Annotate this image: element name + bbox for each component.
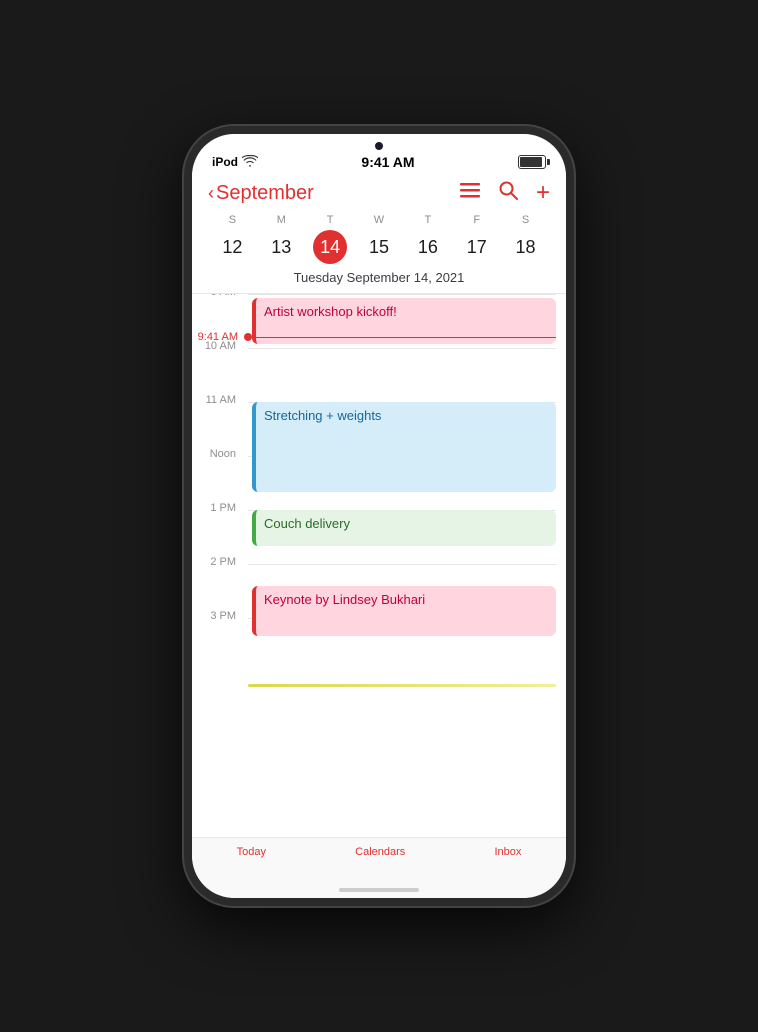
event-keynote[interactable]: Keynote by Lindsey Bukhari	[252, 586, 556, 636]
back-month-button[interactable]: ‹ September	[208, 182, 314, 205]
tab-bar: Today Calendars Inbox	[192, 837, 566, 870]
current-time-line	[252, 337, 556, 338]
status-bar: iPod 9:41 AM	[192, 152, 566, 172]
time-label-3pm: 3 PM	[192, 610, 244, 622]
header-top-row: ‹ September	[208, 180, 550, 206]
time-line-10am	[248, 348, 556, 349]
add-event-icon[interactable]: +	[536, 181, 550, 205]
chevron-left-icon: ‹	[208, 183, 214, 204]
time-label-2pm: 2 PM	[192, 556, 244, 568]
event-title: Stretching + weights	[264, 408, 381, 423]
tab-calendars[interactable]: Calendars	[355, 846, 405, 858]
day-15[interactable]: 15	[355, 230, 404, 264]
time-row-10am: 10 AM	[192, 348, 566, 402]
current-time-dot	[244, 333, 252, 341]
tab-calendars-label: Calendars	[355, 846, 405, 858]
day-label-f: F	[452, 214, 501, 226]
time-line-2pm	[248, 564, 556, 565]
month-label: September	[216, 182, 314, 205]
status-right	[518, 155, 546, 169]
current-time-row: 9:41 AM	[192, 331, 556, 343]
calendar-app: ‹ September	[192, 172, 566, 898]
day-14-today[interactable]: 14	[313, 230, 347, 264]
home-indicator	[192, 870, 566, 898]
calendar-header: ‹ September	[192, 172, 566, 293]
tab-today[interactable]: Today	[237, 846, 266, 858]
device-frame: iPod 9:41 AM	[184, 126, 574, 906]
time-label-9am: 9 AM	[192, 294, 244, 298]
day-12[interactable]: 12	[208, 230, 257, 264]
event-title: Couch delivery	[264, 516, 350, 531]
event-title: Keynote by Lindsey Bukhari	[264, 592, 425, 607]
week-day-numbers: 12 13 14 15 16 17 18	[208, 230, 550, 264]
day-13[interactable]: 13	[257, 230, 306, 264]
wifi-icon	[242, 155, 258, 170]
calendar-scroll-area[interactable]: 9 AM 10 AM 11 AM Noon	[192, 294, 566, 837]
day-label-m: M	[257, 214, 306, 226]
time-grid: 9 AM 10 AM 11 AM Noon	[192, 294, 566, 714]
status-left: iPod	[212, 155, 258, 170]
device-screen: iPod 9:41 AM	[192, 134, 566, 898]
day-18[interactable]: 18	[501, 230, 550, 264]
week-day-labels: S M T W T F S	[208, 214, 550, 226]
tab-inbox-label: Inbox	[494, 846, 521, 858]
battery-icon	[518, 155, 546, 169]
search-icon[interactable]	[498, 180, 518, 206]
camera-bar	[192, 134, 566, 152]
battery-fill	[520, 157, 542, 167]
time-label-noon: Noon	[192, 448, 244, 460]
time-line-9am	[248, 294, 556, 295]
status-time: 9:41 AM	[361, 154, 414, 170]
day-label-t2: T	[403, 214, 452, 226]
event-couch-delivery[interactable]: Couch delivery	[252, 510, 556, 546]
home-bar	[339, 888, 419, 892]
tab-today-label: Today	[237, 846, 266, 858]
camera-dot	[375, 142, 383, 150]
day-label-w: W	[355, 214, 404, 226]
event-stretching[interactable]: Stretching + weights	[252, 402, 556, 492]
time-label-11am: 11 AM	[192, 394, 244, 406]
day-16[interactable]: 16	[403, 230, 452, 264]
yellow-bar-decoration	[248, 684, 556, 687]
selected-date-label: Tuesday September 14, 2021	[208, 270, 550, 285]
day-label-t1: T	[306, 214, 355, 226]
event-title: Artist workshop kickoff!	[264, 304, 397, 319]
day-17[interactable]: 17	[452, 230, 501, 264]
header-icons: +	[460, 180, 550, 206]
current-time-label: 9:41 AM	[192, 331, 244, 343]
day-label-s1: S	[208, 214, 257, 226]
time-label-1pm: 1 PM	[192, 502, 244, 514]
day-label-s2: S	[501, 214, 550, 226]
device-name: iPod	[212, 155, 238, 169]
list-icon[interactable]	[460, 182, 480, 205]
tab-inbox[interactable]: Inbox	[494, 846, 521, 858]
